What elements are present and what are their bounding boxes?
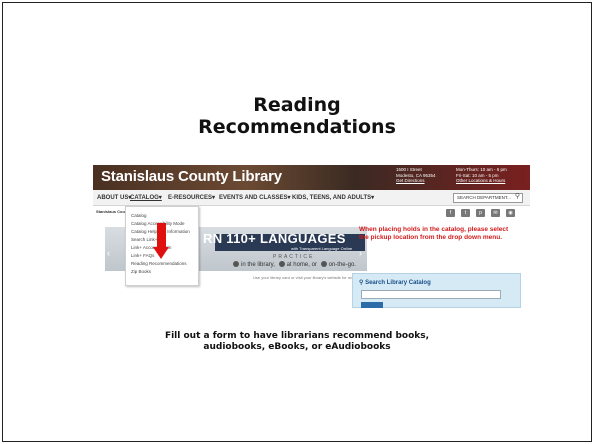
slide-title: Reading Recommendations [0, 94, 594, 138]
facebook-icon[interactable]: f [446, 209, 455, 217]
other-locations-link[interactable]: Other Locations & Hours [456, 178, 507, 184]
slide-title-line1: Reading [253, 94, 341, 116]
dropdown-item-reading-recommendations[interactable]: Reading Recommendations [131, 261, 187, 267]
holds-pickup-notice: When placing holds in the catalog, pleas… [359, 226, 509, 241]
nav-catalog[interactable]: CATALOG▾ [130, 194, 162, 202]
search-catalog-button[interactable] [361, 302, 383, 308]
nav-events-and-classes[interactable]: EVENTS AND CLASSES▾ [219, 194, 290, 202]
dropdown-item-catalog[interactable]: Catalog [131, 213, 147, 219]
red-arrow-head-icon [153, 247, 169, 259]
nav-kids-teens-adults[interactable]: KIDS, TEENS, AND ADULTS▾ [292, 194, 374, 202]
site-header: Stanislaus County Library 1500 I Street … [93, 165, 530, 190]
get-directions-link[interactable]: Get Directions [396, 178, 436, 184]
rss-icon[interactable]: ◉ [506, 209, 515, 217]
banner-headline: RN 110+ LANGUAGES [203, 231, 346, 246]
twitter-icon[interactable]: t [461, 209, 470, 217]
library-icon [233, 261, 239, 268]
chevron-right-icon[interactable]: › [359, 249, 362, 258]
dropdown-item-search-link-plus[interactable]: Search Link+ [131, 237, 157, 243]
caption-line1: Fill out a form to have librarians recom… [164, 331, 430, 341]
nav-e-resources[interactable]: E-RESOURCES▾ [168, 194, 215, 202]
home-icon [278, 261, 285, 268]
search-catalog-panel: ⚲ Search Library Catalog [352, 273, 521, 308]
banner-practice: PRACTICE [273, 254, 315, 260]
search-catalog-title: ⚲ Search Library Catalog [359, 280, 431, 286]
banner-subheadline: with Transparent Language Online [291, 246, 353, 251]
nav-about-us[interactable]: ABOUT US▾ [97, 194, 131, 202]
chevron-left-icon[interactable]: ‹ [107, 249, 110, 258]
search-icon[interactable]: ⚲ [515, 193, 520, 201]
email-icon[interactable]: ✉ [491, 209, 500, 217]
dropdown-item-link-plus-faqs[interactable]: Link+ FAQs [131, 253, 154, 259]
library-website-screenshot: Stanislaus County Library 1500 I Street … [93, 165, 530, 308]
pinterest-icon[interactable]: p [476, 209, 485, 217]
dropdown-item-zip-books[interactable]: Zip Books [131, 269, 151, 275]
caption-line2: audiobooks, eBooks, or eAudiobooks [203, 342, 391, 352]
slide-caption: Fill out a form to have librarians recom… [0, 331, 594, 353]
address-block: 1500 I Street Modesto, CA 95354 Get Dire… [396, 167, 436, 184]
hours-block: Mon-Thurs: 10 am - 6 pm Fri-Sat: 10 am -… [456, 167, 507, 184]
red-arrow-pointer-icon [157, 223, 166, 249]
site-logo[interactable]: Stanislaus County Library [101, 168, 282, 186]
slide-title-line2: Recommendations [198, 116, 396, 138]
main-nav: ABOUT US▾ CATALOG▾ E-RESOURCES▾ EVENTS A… [93, 190, 530, 206]
banner-access-row: in the library, at home, or on-the-go. [231, 261, 356, 269]
mobile-icon [320, 261, 327, 268]
search-department-input[interactable]: SEARCH DEPARTMENT... ⚲ [453, 193, 523, 203]
search-catalog-input[interactable] [361, 290, 501, 299]
